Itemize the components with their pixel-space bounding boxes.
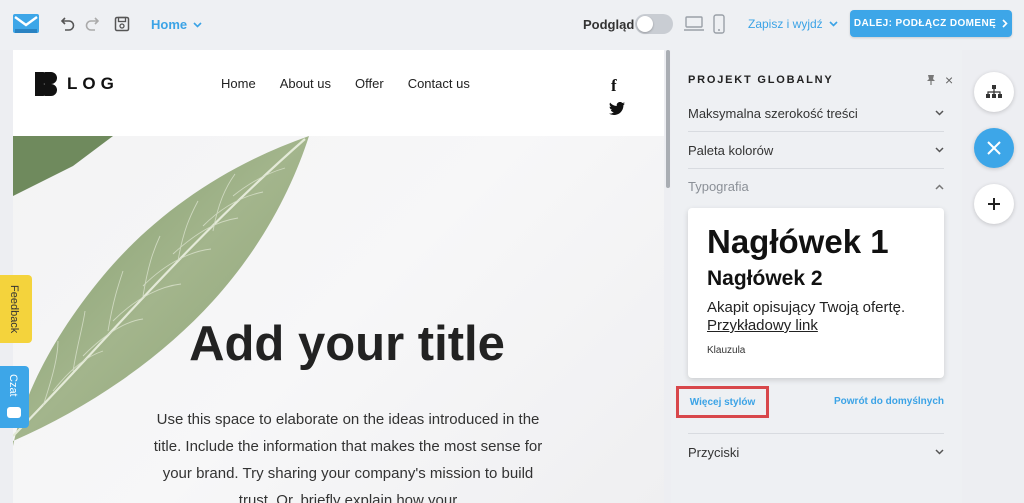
close-design-button[interactable] — [974, 128, 1014, 168]
feedback-label: Feedback — [8, 285, 20, 334]
chat-bubble-icon — [7, 407, 21, 418]
paragraph-sample: Akapit opisujący Twoją ofertę. — [707, 299, 906, 316]
section-label: Maksymalna szerokość treści — [688, 105, 858, 121]
clause-sample: Klauzula — [707, 345, 746, 356]
close-icon — [987, 141, 1001, 155]
mobile-view-icon[interactable] — [713, 14, 725, 34]
pin-icon[interactable] — [925, 74, 937, 86]
leaf-image — [13, 136, 309, 446]
chat-label: Czat — [7, 374, 19, 397]
brand-name: LOG — [67, 74, 119, 93]
preview-toggle[interactable] — [635, 14, 673, 34]
facebook-icon[interactable]: f — [611, 76, 617, 96]
save-and-exit-label: Zapisz i wyjdź — [748, 17, 823, 31]
section-label: Typografia — [688, 179, 749, 194]
save-icon[interactable] — [113, 15, 131, 33]
website-canvas[interactable]: LOG Home About us Offer Contact us f Add… — [13, 50, 664, 503]
more-styles-label: Więcej stylów — [689, 396, 756, 408]
feedback-tab[interactable]: Feedback — [0, 275, 32, 343]
brand-mark-icon — [35, 72, 57, 96]
chevron-down-icon — [829, 21, 838, 27]
page-select-label: Home — [151, 17, 188, 32]
nav-item-about[interactable]: About us — [280, 76, 331, 91]
hero-title[interactable]: Add your title — [13, 316, 664, 372]
section-max-width[interactable]: Maksymalna szerokość treści — [688, 95, 944, 132]
panel-title: PROJEKT GLOBALNY — [688, 74, 834, 86]
plus-icon — [988, 198, 1000, 210]
section-buttons[interactable]: Przyciski — [688, 433, 944, 470]
global-design-panel: PROJEKT GLOBALNY × Maksymalna szerokość … — [671, 50, 962, 503]
heading-1-sample: Nagłówek 1 — [707, 223, 889, 260]
heading-2-sample: Nagłówek 2 — [707, 267, 823, 290]
toggle-knob — [637, 16, 653, 32]
next-connect-domain-button[interactable]: DALEJ: PODŁĄCZ DOMENĘ — [850, 10, 1012, 37]
close-panel-icon[interactable]: × — [945, 72, 953, 88]
chevron-down-icon — [935, 449, 944, 455]
save-and-exit-dropdown[interactable]: Zapisz i wyjdź — [748, 17, 838, 31]
preview-label: Podgląd — [583, 17, 635, 32]
chat-tab[interactable]: Czat — [0, 366, 29, 428]
section-typography[interactable]: Typografia — [688, 168, 944, 205]
nav-item-offer[interactable]: Offer — [355, 76, 384, 91]
section-label: Paleta kolorów — [688, 142, 774, 158]
hero-section[interactable]: Add your title Use this space to elabora… — [13, 136, 664, 503]
link-sample: Przykładowy link — [707, 317, 818, 334]
more-styles-button[interactable]: Więcej stylów — [676, 386, 769, 418]
top-toolbar: Home Podgląd Zapisz i wyjdź DALEJ: PODŁĄ… — [0, 0, 1024, 50]
add-element-button[interactable] — [974, 184, 1014, 224]
page-select-dropdown[interactable]: Home — [151, 17, 202, 32]
logo-icon[interactable] — [13, 14, 39, 33]
site-header[interactable]: LOG Home About us Offer Contact us f — [13, 50, 664, 136]
reset-to-defaults-link[interactable]: Powrót do domyślnych — [834, 396, 944, 407]
twitter-icon[interactable] — [609, 102, 625, 115]
typography-preview-card[interactable]: Nagłówek 1 Nagłówek 2 Akapit opisujący T… — [688, 208, 944, 378]
next-button-label: DALEJ: PODŁĄCZ DOMENĘ — [853, 18, 997, 29]
nav-item-contact[interactable]: Contact us — [408, 76, 470, 91]
undo-icon[interactable] — [58, 15, 76, 33]
nav-item-home[interactable]: Home — [221, 76, 256, 91]
chevron-down-icon — [935, 147, 944, 153]
section-color-palette[interactable]: Paleta kolorów — [688, 132, 944, 169]
chevron-right-icon — [1002, 19, 1008, 28]
sitemap-button[interactable] — [974, 72, 1014, 112]
site-nav: Home About us Offer Contact us — [221, 76, 470, 91]
site-logo[interactable]: LOG — [35, 72, 119, 96]
sitemap-icon — [986, 85, 1002, 98]
chevron-down-icon — [193, 21, 202, 28]
hero-paragraph[interactable]: Use this space to elaborate on the ideas… — [151, 406, 545, 503]
chevron-down-icon — [935, 110, 944, 116]
canvas-scrollbar[interactable] — [666, 50, 670, 188]
desktop-view-icon[interactable] — [684, 16, 704, 32]
redo-icon[interactable] — [84, 15, 102, 33]
chevron-up-icon — [935, 183, 944, 190]
section-label: Przyciski — [688, 444, 740, 460]
